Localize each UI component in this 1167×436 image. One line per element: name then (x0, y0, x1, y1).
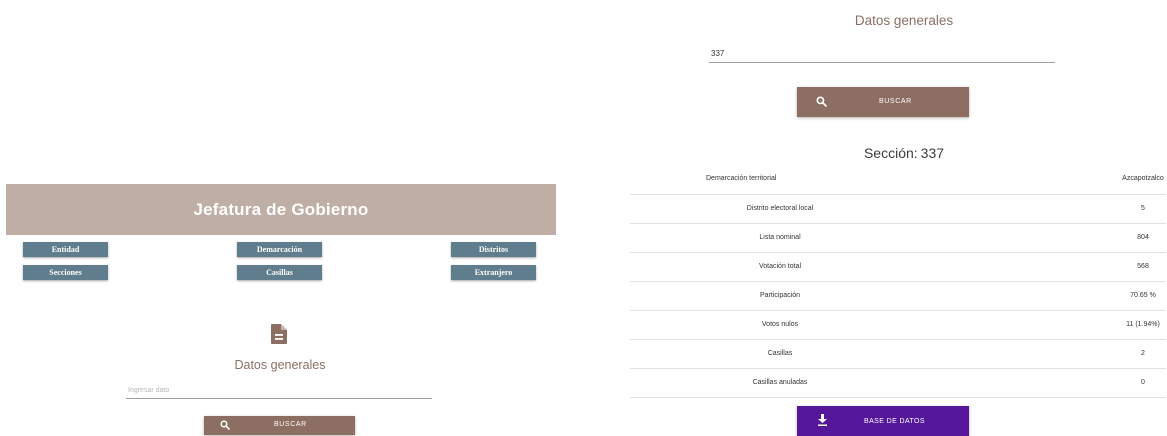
table-row: Casillas 2 (630, 339, 1166, 369)
document-icon (271, 324, 287, 344)
nav-button-secciones[interactable]: Secciones (23, 265, 108, 280)
seccion-value: 337 (920, 145, 945, 161)
row-value: 11 (1.94%) (930, 310, 1166, 340)
nav-button-casillas[interactable]: Casillas (237, 265, 322, 280)
row-value: 568 (930, 252, 1166, 282)
table-row: Votación total 568 (630, 252, 1166, 282)
seccion-prefix: Sección: (863, 145, 918, 161)
left-section-title: Datos generales (234, 358, 326, 372)
seccion-heading: Sección: 337 (804, 145, 1004, 161)
row-label: Casillas (630, 339, 930, 369)
right-search-label: BUSCAR (879, 98, 912, 105)
right-search-input[interactable] (709, 45, 1055, 63)
right-section-title: Datos generales (854, 13, 954, 28)
row-label: Votos nulos (630, 310, 930, 340)
left-search-button[interactable]: BUSCAR (204, 416, 355, 435)
search-icon (816, 96, 827, 107)
download-icon (818, 414, 827, 426)
nav-button-entidad[interactable]: Entidad (23, 242, 108, 257)
table-row: Lista nominal 804 (630, 223, 1166, 253)
row-value: 70.65 % (930, 281, 1166, 311)
download-database-button[interactable]: BASE DE DATOS (797, 406, 969, 436)
table-row: Casillas anuladas 0 (630, 368, 1166, 398)
left-search-input[interactable] (126, 383, 432, 399)
row-value: 804 (930, 223, 1166, 253)
results-table: Demarcación territorial Azcapotzalco Dis… (630, 164, 1166, 398)
row-value: 5 (930, 194, 1166, 224)
right-search-button[interactable]: BUSCAR (797, 87, 969, 117)
table-row: Demarcación territorial Azcapotzalco (630, 164, 1166, 195)
row-label: Demarcación territorial (630, 164, 930, 195)
row-label: Distrito electoral local (630, 194, 930, 224)
header-banner: Jefatura de Gobierno (6, 184, 556, 235)
table-row: Votos nulos 11 (1.94%) (630, 310, 1166, 340)
left-panel: Jefatura de Gobierno Entidad Demarcación… (0, 0, 556, 435)
row-label: Casillas anuladas (630, 368, 930, 398)
nav-button-distritos[interactable]: Distritos (451, 242, 536, 257)
row-label: Votación total (630, 252, 930, 282)
nav-button-demarcacion[interactable]: Demarcación (237, 242, 322, 257)
banner-title: Jefatura de Gobierno (193, 199, 369, 219)
search-icon (220, 420, 230, 430)
download-label: BASE DE DATOS (864, 418, 925, 425)
table-row: Distrito electoral local 5 (630, 194, 1166, 224)
row-value: Azcapotzalco (930, 164, 1166, 195)
row-value: 0 (930, 368, 1166, 398)
row-label: Lista nominal (630, 223, 930, 253)
table-row: Participación 70.65 % (630, 281, 1166, 311)
right-panel: Datos generales BUSCAR Sección:337 Demar… (624, 0, 1167, 436)
left-search-label: BUSCAR (274, 421, 307, 428)
row-value: 2 (930, 339, 1166, 369)
row-label: Participación (630, 281, 930, 311)
nav-button-extranjero[interactable]: Extranjero (451, 265, 536, 280)
